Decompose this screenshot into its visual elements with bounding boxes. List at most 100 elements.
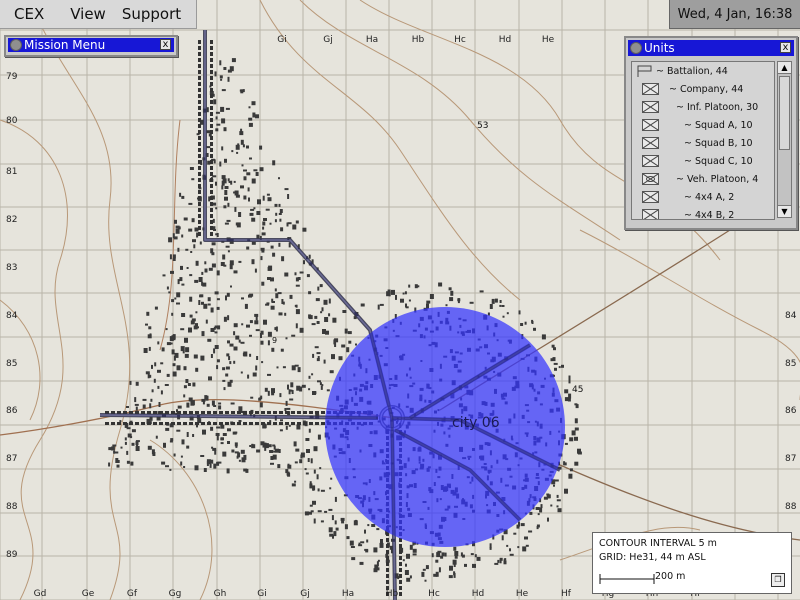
building [229, 66, 234, 72]
building [206, 130, 211, 134]
building [355, 519, 357, 525]
building [221, 437, 224, 441]
building [221, 146, 224, 151]
building [227, 428, 231, 432]
scroll-up-icon[interactable]: ▲ [778, 62, 791, 74]
building [240, 185, 244, 189]
building [201, 422, 205, 425]
building [273, 422, 277, 425]
building [213, 99, 217, 105]
building [406, 577, 411, 582]
list-item[interactable]: ~ Company, 44 [632, 80, 774, 98]
building [267, 197, 272, 202]
building [433, 573, 438, 577]
building [260, 247, 265, 251]
building [304, 468, 307, 471]
building [190, 400, 195, 406]
mission-menu-titlebar[interactable]: Mission Menu x [8, 38, 174, 52]
building [553, 362, 558, 365]
building [329, 487, 332, 490]
building [464, 563, 467, 567]
building [215, 433, 220, 436]
building [201, 301, 204, 305]
building [329, 533, 334, 537]
building [205, 395, 209, 401]
building [399, 568, 402, 572]
restore-window-icon[interactable]: ❐ [771, 573, 785, 587]
close-icon[interactable]: x [780, 42, 791, 53]
building [260, 256, 263, 261]
building [284, 408, 287, 411]
building [222, 451, 227, 457]
building [287, 464, 292, 469]
building [399, 592, 402, 596]
menu-view[interactable]: View [62, 5, 114, 23]
list-item[interactable]: ~ Squad A, 10 [632, 116, 774, 134]
scroll-down-icon[interactable]: ▼ [778, 205, 791, 217]
building [202, 282, 207, 287]
building [274, 219, 277, 223]
building [180, 265, 183, 270]
window-menu-icon[interactable] [10, 39, 22, 51]
list-item[interactable]: ~ 4x4 A, 2 [632, 188, 774, 206]
building [246, 145, 249, 149]
building [209, 459, 214, 464]
building [274, 288, 277, 292]
grid-label-left: 86 [6, 406, 18, 416]
building [556, 494, 559, 498]
building [319, 284, 323, 288]
list-item[interactable]: ~ Squad B, 10 [632, 134, 774, 152]
building [358, 542, 361, 545]
list-item[interactable]: ~ 4x4 B, 2 [632, 206, 774, 219]
building [213, 159, 216, 164]
building [111, 422, 115, 425]
building [210, 142, 213, 146]
units-titlebar[interactable]: Units x [628, 40, 794, 56]
building [270, 305, 275, 310]
elevation-label: 9 [272, 336, 277, 345]
building [294, 461, 298, 464]
grid-label-bottom: Gj [300, 589, 309, 599]
building [272, 301, 275, 303]
list-item[interactable]: ~ Inf. Platoon, 30 [632, 98, 774, 116]
building [210, 232, 213, 236]
units-scrollbar[interactable]: ▲ ▼ [777, 61, 792, 218]
building [429, 294, 434, 299]
building [210, 136, 213, 140]
building [502, 315, 505, 318]
building [405, 303, 407, 308]
building [278, 312, 283, 316]
building [474, 554, 477, 558]
close-icon[interactable]: x [160, 39, 171, 50]
list-item[interactable]: ~ Squad C, 10 [632, 152, 774, 170]
building [195, 260, 199, 266]
building [321, 411, 325, 414]
building [227, 76, 230, 82]
building [271, 347, 275, 352]
list-item[interactable]: ~ Veh. Platoon, 4 [632, 170, 774, 188]
building [279, 209, 283, 213]
building [222, 379, 226, 382]
building [166, 286, 169, 290]
building [220, 106, 225, 112]
building [184, 353, 189, 358]
building [116, 460, 120, 463]
menu-support[interactable]: Support [114, 5, 189, 23]
building [373, 568, 378, 573]
scroll-thumb[interactable] [779, 76, 790, 150]
building [380, 539, 383, 544]
building [404, 291, 407, 295]
building [255, 365, 258, 371]
building [176, 365, 181, 371]
grid-label-right: 87 [785, 454, 796, 464]
building [499, 300, 502, 303]
building [399, 556, 402, 560]
list-item[interactable]: ~ Battalion, 44 [632, 62, 774, 80]
building [192, 239, 196, 243]
building [386, 538, 389, 542]
building [180, 346, 185, 352]
building [216, 298, 220, 301]
building [287, 194, 290, 199]
window-menu-icon[interactable] [630, 42, 642, 54]
menu-cex[interactable]: CEX [0, 5, 62, 23]
